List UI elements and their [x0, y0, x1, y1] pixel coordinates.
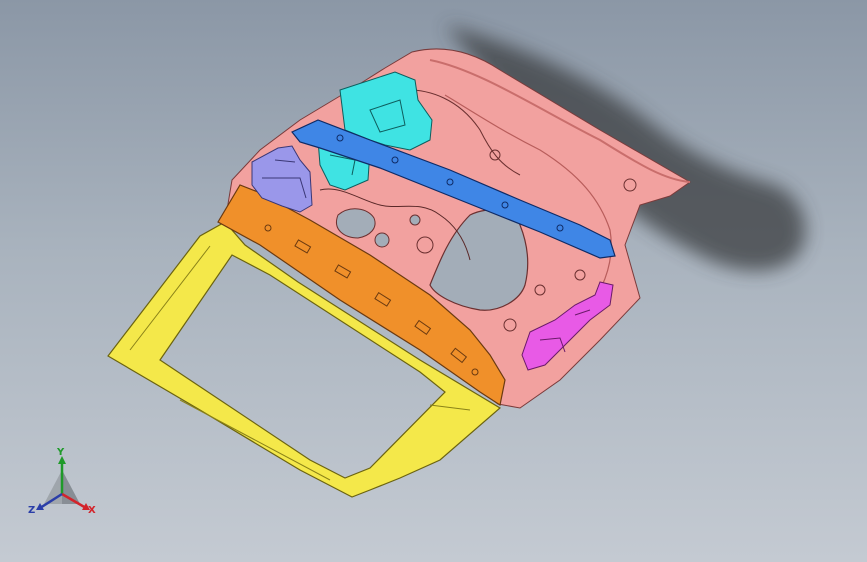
y-axis-label: Y: [57, 447, 65, 458]
car-door-3d-model[interactable]: [0, 0, 867, 562]
panel-hole: [374, 232, 390, 248]
view-orientation-triad[interactable]: Y X Z: [26, 448, 106, 520]
panel-opening-small: [336, 208, 376, 239]
panel-hole: [409, 214, 421, 226]
graphics-viewport[interactable]: Y X Z: [0, 0, 867, 562]
z-axis-label: Z: [28, 505, 36, 516]
x-axis-label: X: [88, 505, 96, 516]
